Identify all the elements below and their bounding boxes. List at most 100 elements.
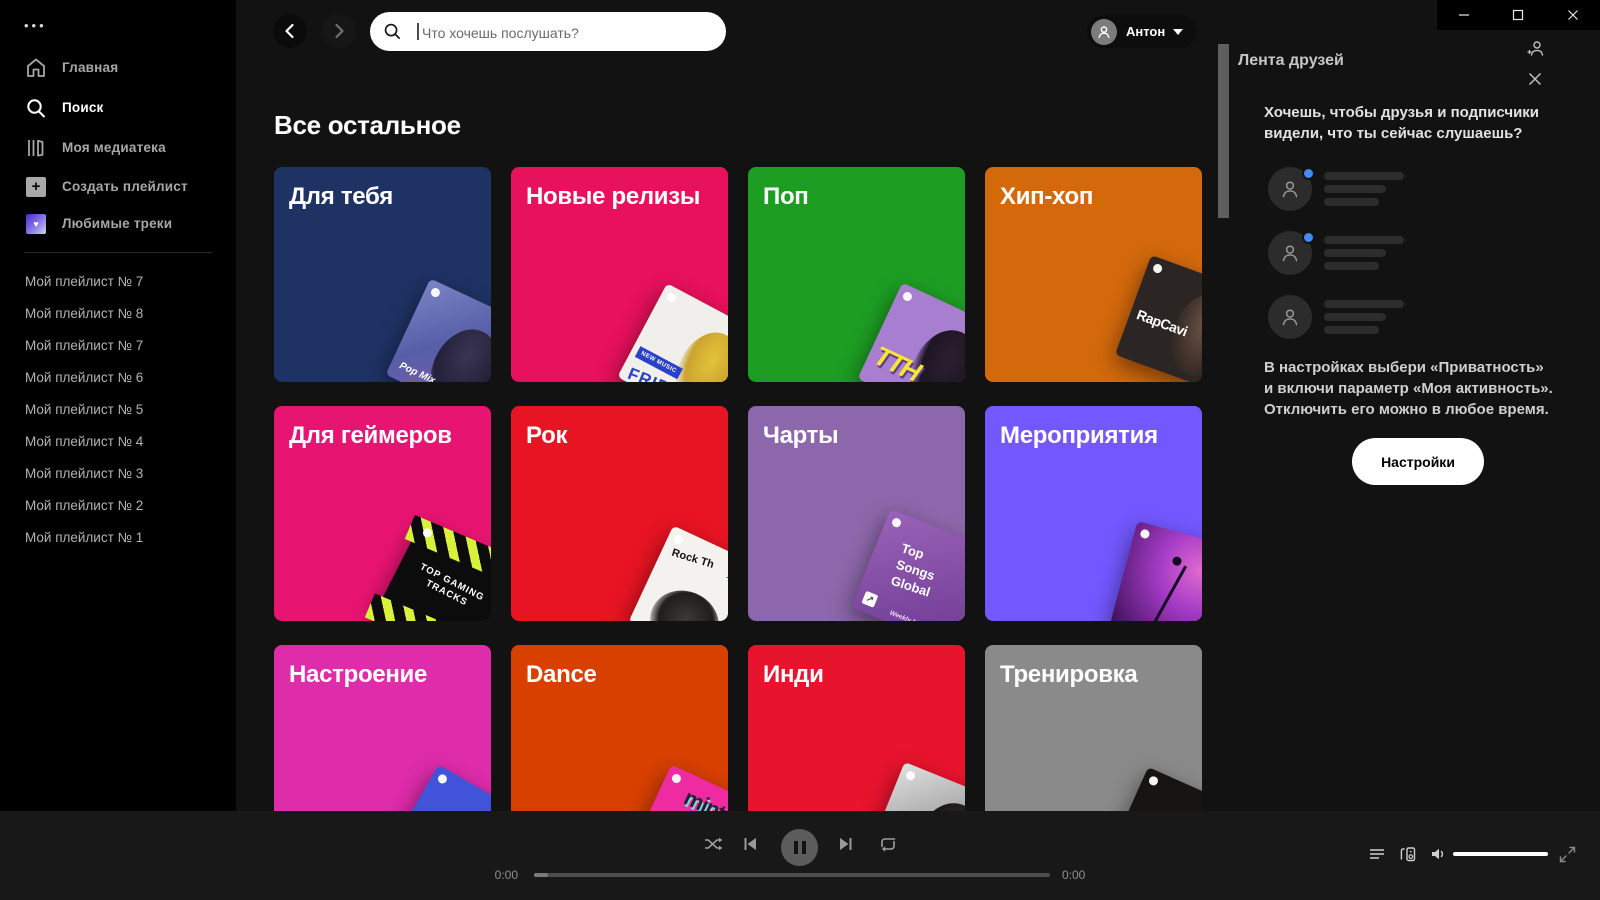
friend-skeleton-row — [1264, 167, 1564, 215]
skeleton-bar — [1324, 185, 1386, 193]
main-content: Антон Все остальное Для тебя Pop Mix Нов… — [236, 0, 1236, 811]
app-menu-dots[interactable]: ••• — [24, 18, 47, 33]
connect-device-icon — [1400, 847, 1416, 862]
category-tile-label: Тренировка — [1000, 661, 1138, 688]
user-avatar — [1091, 18, 1117, 45]
category-tile-label: Новые релизы — [526, 183, 701, 210]
playlist-item[interactable]: Мой плейлист № 7 — [0, 329, 236, 361]
previous-icon — [744, 838, 756, 850]
category-tile-charts[interactable]: Чарты Top Songs Global ↗ Weekly Mu — [748, 406, 965, 621]
maximize-icon[interactable] — [1491, 0, 1545, 30]
shuffle-button[interactable] — [702, 833, 724, 855]
category-tile-for-you[interactable]: Для тебя Pop Mix — [274, 167, 491, 382]
player-bar: 0:00 0:00 — [0, 811, 1600, 900]
previous-track-button[interactable] — [739, 833, 761, 855]
pause-button[interactable] — [781, 829, 818, 866]
pause-icon — [801, 841, 806, 854]
search-icon — [24, 96, 48, 120]
fullscreen-button[interactable] — [1556, 843, 1578, 865]
playlist-item[interactable]: Мой плейлист № 6 — [0, 361, 236, 393]
playlist-cover-art: ✹ Rock Th — [628, 525, 728, 621]
section-title: Все остальное — [274, 110, 461, 140]
sidebar-item-liked-songs[interactable]: ♥ Любимые треки — [0, 204, 236, 243]
spotify-logo-icon — [904, 769, 917, 782]
connect-device-button[interactable] — [1397, 843, 1419, 865]
sidebar-item-home[interactable]: Главная — [0, 48, 236, 87]
category-tile-label: Хип-хоп — [1000, 183, 1094, 210]
friend-skeleton-row — [1264, 295, 1564, 343]
queue-button[interactable] — [1366, 843, 1388, 865]
sidebar-item-library[interactable]: Моя медиатека — [0, 128, 236, 167]
playlist-cover-art: RapCavi Lil Baby — [1115, 255, 1202, 382]
playlist-list: Мой плейлист № 7 Мой плейлист № 8 Мой пл… — [0, 265, 236, 553]
friend-panel-instruction-text: В настройках выбери «Приватность» и вклю… — [1264, 359, 1553, 418]
category-grid: Для тебя Pop Mix Новые релизы NEW MUSIC … — [274, 167, 1202, 811]
repeat-button[interactable] — [877, 833, 899, 855]
cover-text: Weekly Mu — [888, 609, 923, 621]
spotify-window: ••• Главная Поиск Моя медиатека + Создат… — [0, 0, 1600, 900]
friend-panel-title: Лента друзей — [1238, 52, 1344, 69]
volume-icon — [1432, 848, 1444, 860]
sidebar-item-label: Моя медиатека — [62, 140, 166, 155]
sidebar-divider — [24, 252, 212, 253]
playlist-item[interactable]: Мой плейлист № 4 — [0, 425, 236, 457]
queue-icon — [1370, 849, 1384, 859]
volume-slider[interactable] — [1453, 852, 1548, 856]
skeleton-bar — [1324, 198, 1379, 206]
back-button[interactable] — [273, 14, 307, 48]
spotify-logo-icon — [429, 286, 442, 299]
volume-button[interactable] — [1427, 843, 1449, 865]
spotify-logo-icon — [421, 526, 434, 539]
add-friend-icon[interactable] — [1525, 38, 1545, 58]
category-tile-label: Dance — [526, 661, 597, 688]
skeleton-bar — [1324, 172, 1404, 180]
user-menu[interactable]: Антон — [1087, 15, 1198, 48]
search-input[interactable] — [420, 12, 714, 53]
playlist-item[interactable]: Мой плейлист № 5 — [0, 393, 236, 425]
forward-button[interactable] — [322, 14, 356, 48]
minimize-icon[interactable] — [1437, 0, 1491, 30]
next-track-button[interactable] — [835, 833, 857, 855]
shuffle-icon — [705, 837, 723, 851]
playlist-cover-art: Beast Mo — [1105, 767, 1202, 811]
category-tile-label: Настроение — [289, 661, 428, 688]
skeleton-bar — [1324, 326, 1379, 334]
playlist-cover-art: Top Songs Global ↗ Weekly Mu — [851, 509, 965, 621]
spotify-logo-icon — [670, 772, 683, 785]
cover-text: Rock Th — [670, 546, 716, 571]
category-tile-gaming[interactable]: Для геймеров TOP GAMING TRACKS — [274, 406, 491, 621]
playlist-cover-art: mint — [626, 764, 728, 811]
close-icon[interactable] — [1546, 0, 1600, 30]
category-tile-workout[interactable]: Тренировка Beast Mo — [985, 645, 1202, 811]
category-tile-label: Поп — [763, 183, 809, 210]
settings-button[interactable]: Настройки — [1352, 438, 1484, 485]
playlist-item[interactable]: Мой плейлист № 1 — [0, 521, 236, 553]
playlist-item[interactable]: Мой плейлист № 8 — [0, 297, 236, 329]
progress-bar[interactable] — [534, 873, 1050, 877]
online-status-dot — [1302, 231, 1315, 244]
category-tile-rock[interactable]: Рок ✹ Rock Th — [511, 406, 728, 621]
progress-fill — [534, 873, 548, 877]
skeleton-bar — [1324, 262, 1379, 270]
next-icon — [840, 838, 852, 850]
category-tile-hip-hop[interactable]: Хип-хоп RapCavi Lil Baby — [985, 167, 1202, 382]
sidebar-item-search[interactable]: Поиск — [0, 88, 236, 127]
category-tile-pop[interactable]: Поп TTH — [748, 167, 965, 382]
cover-text: TOP GAMING TRACKS — [418, 561, 487, 609]
playlist-item[interactable]: Мой плейлист № 7 — [0, 265, 236, 297]
category-tile-label: Для тебя — [289, 183, 393, 210]
playlist-cover-art: Pop Mix — [385, 278, 491, 382]
close-panel-icon[interactable] — [1525, 69, 1545, 89]
sidebar-item-create-playlist[interactable]: + Создать плейлист — [0, 167, 236, 206]
category-tile-mood[interactable]: Настроение Mood Booster — [274, 645, 491, 811]
category-tile-dance[interactable]: Dance mint — [511, 645, 728, 811]
playlist-item[interactable]: Мой плейлист № 3 — [0, 457, 236, 489]
category-tile-new-releases[interactable]: Новые релизы NEW MUSIC FRIDAY — [511, 167, 728, 382]
spotify-logo-icon — [665, 291, 678, 304]
category-tile-indie[interactable]: Инди — [748, 645, 965, 811]
online-status-dot — [1302, 167, 1315, 180]
playlist-cover-art: TTH — [857, 282, 965, 382]
playlist-item[interactable]: Мой плейлист № 2 — [0, 489, 236, 521]
friend-avatar-icon — [1268, 295, 1312, 339]
category-tile-events[interactable]: Мероприятия — [985, 406, 1202, 621]
